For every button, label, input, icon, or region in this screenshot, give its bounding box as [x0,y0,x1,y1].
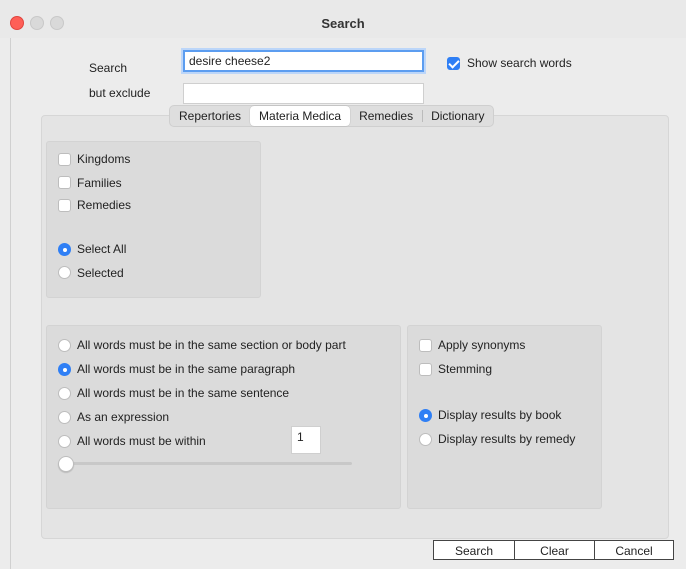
exclude-label: but exclude [89,86,151,100]
families-checkbox[interactable] [58,176,71,189]
same-paragraph-radio[interactable] [58,363,71,376]
kingdoms-label: Kingdoms [77,152,131,166]
kingdoms-checkbox[interactable] [58,153,71,166]
stemming-label: Stemming [438,362,493,376]
same-paragraph-label: All words must be in the same paragraph [77,362,296,376]
tab-repertories[interactable]: Repertories [170,106,250,126]
tab-remedies[interactable]: Remedies [350,106,422,126]
apply-synonyms-label: Apply synonyms [438,338,526,352]
within-radio[interactable] [58,435,71,448]
cancel-button[interactable]: Cancel [594,540,674,560]
button-bar: Search Clear Cancel [433,540,674,560]
search-button[interactable]: Search [433,540,515,560]
tab-dictionary[interactable]: Dictionary [422,106,493,126]
within-label: All words must be within [77,434,206,448]
selected-label: Selected [77,266,124,280]
stemming-checkbox[interactable] [419,363,432,376]
apply-synonyms-checkbox[interactable] [419,339,432,352]
tab-materia-medica[interactable]: Materia Medica [250,106,351,126]
same-section-label: All words must be in the same section or… [77,338,346,352]
title-bar: Search [0,0,686,39]
display-by-remedy-radio[interactable] [419,433,432,446]
display-by-book-radio[interactable] [419,409,432,422]
window-title: Search [321,16,365,31]
same-section-radio[interactable] [58,339,71,352]
search-input[interactable] [183,50,424,72]
same-sentence-label: All words must be in the same sentence [77,386,290,400]
families-label: Families [77,176,122,190]
clear-button[interactable]: Clear [514,540,595,560]
window-edge-line [10,38,11,569]
display-by-remedy-label: Display results by remedy [438,432,576,446]
show-search-words-label: Show search words [467,56,572,70]
expression-label: As an expression [77,410,170,424]
show-search-words-checkbox[interactable] [447,57,460,70]
exclude-input[interactable] [183,83,424,104]
select-all-radio[interactable] [58,243,71,256]
same-sentence-radio[interactable] [58,387,71,400]
within-slider-track[interactable] [62,462,352,465]
within-number-field[interactable]: 1 [291,426,321,454]
within-slider-knob[interactable] [58,456,74,472]
search-label: Search [89,61,128,75]
remedies-label: Remedies [77,198,132,212]
select-all-label: Select All [77,242,127,256]
remedies-checkbox[interactable] [58,199,71,212]
dialog-content: Search Show search words but exclude Rep… [0,38,686,569]
display-by-book-label: Display results by book [438,408,562,422]
tab-bar: Repertories Materia Medica Remedies Dict… [169,105,495,127]
search-window: Search Search Show search words but excl… [0,0,686,569]
expression-radio[interactable] [58,411,71,424]
selected-radio[interactable] [58,266,71,279]
